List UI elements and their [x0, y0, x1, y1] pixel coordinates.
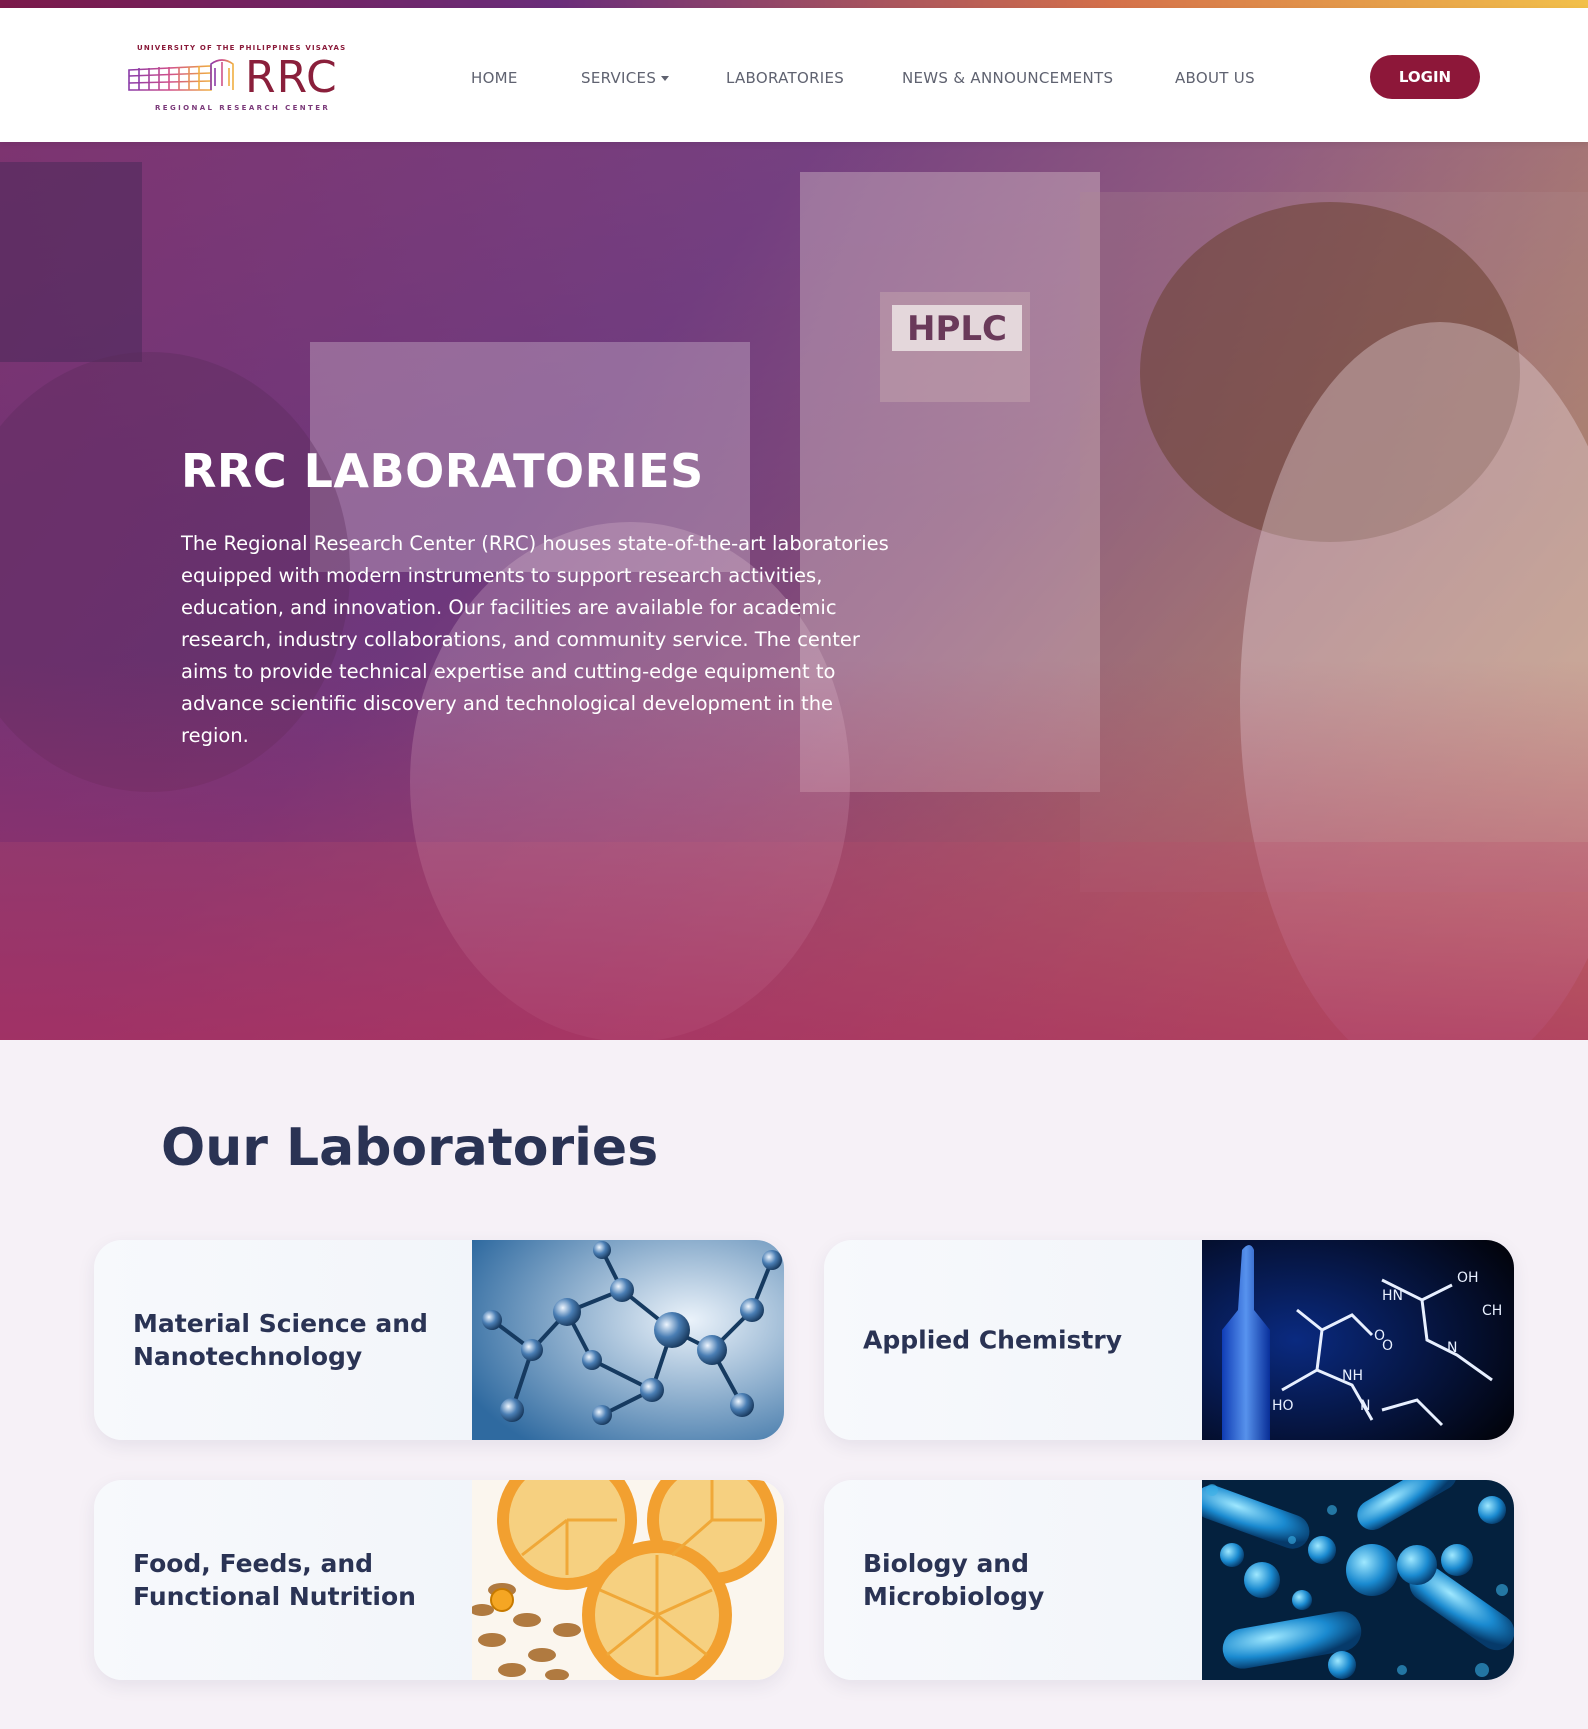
svg-text:OH: OH: [1457, 1270, 1479, 1286]
lab-card-label: Food, Feeds, and Functional Nutrition: [133, 1549, 416, 1611]
lab-card-biology-microbiology[interactable]: Biology and Microbiology: [824, 1480, 1514, 1680]
svg-text:O: O: [1382, 1338, 1393, 1354]
lab-card-material-science[interactable]: Material Science and Nanotechnology: [94, 1240, 784, 1440]
section-title: Our Laboratories: [161, 1118, 659, 1178]
caret-down-icon: [661, 76, 670, 81]
chemical-formula-image: O NH HO OH HN CH ONN: [1202, 1240, 1514, 1440]
nav-laboratories[interactable]: LABORATORIES: [726, 69, 844, 87]
molecule-structure-image: [472, 1240, 784, 1440]
hero-description: The Regional Research Center (RRC) house…: [181, 532, 889, 747]
citrus-slices-image: [472, 1480, 784, 1680]
nav-services-label: SERVICES: [581, 69, 657, 87]
hero-banner: HPLC RRC LABORATORIES The Regional Resea…: [0, 142, 1588, 1040]
nav-home[interactable]: HOME: [471, 69, 518, 87]
hero-title: RRC LABORATORIES: [181, 444, 704, 498]
lab-card-applied-chemistry[interactable]: Applied Chemistry O NH HO OH HN CH ONN: [824, 1240, 1514, 1440]
lab-card-label: Material Science and Nanotechnology: [133, 1309, 428, 1371]
nav-about-us[interactable]: ABOUT US: [1175, 69, 1255, 87]
nav-news-announcements[interactable]: NEWS & ANNOUNCEMENTS: [902, 69, 1113, 87]
microbes-image: [1202, 1480, 1514, 1680]
lab-card-label: Applied Chemistry: [863, 1325, 1123, 1355]
svg-text:HO: HO: [1272, 1398, 1294, 1414]
svg-text:N: N: [1360, 1398, 1370, 1414]
site-header: UNIVERSITY OF THE PHILIPPINES VISAYAS RR…: [0, 8, 1588, 142]
main-nav: HOME SERVICES LABORATORIES NEWS & ANNOUN…: [0, 8, 1588, 142]
lab-card-label: Biology and Microbiology: [863, 1549, 1045, 1611]
nav-services[interactable]: SERVICES: [581, 69, 670, 87]
svg-text:NH: NH: [1342, 1368, 1363, 1384]
svg-text:CH: CH: [1482, 1303, 1502, 1319]
login-button[interactable]: LOGIN: [1370, 55, 1480, 99]
svg-text:HN: HN: [1382, 1288, 1403, 1304]
lab-card-food-feeds-nutrition[interactable]: Food, Feeds, and Functional Nutrition: [94, 1480, 784, 1680]
svg-text:N: N: [1447, 1340, 1457, 1356]
hplc-label: HPLC: [907, 309, 1007, 349]
top-accent-bar: [0, 0, 1588, 8]
